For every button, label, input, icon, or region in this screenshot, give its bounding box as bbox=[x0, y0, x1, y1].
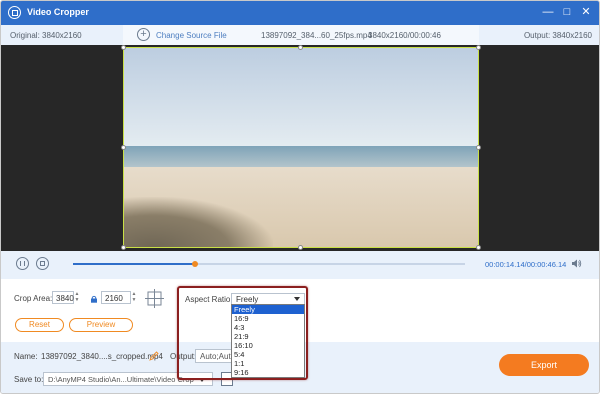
app-logo-icon bbox=[8, 6, 21, 19]
output-file-name: 13897092_3840....s_cropped.mp4 bbox=[41, 352, 163, 361]
player-controls: 00:00:14.14/00:00:46.14 bbox=[1, 251, 599, 279]
crop-handle-bottom-right[interactable] bbox=[476, 245, 481, 250]
change-source-link[interactable]: Change Source File bbox=[156, 31, 227, 40]
volume-icon[interactable] bbox=[571, 258, 582, 269]
info-bar: Original: 3840x2160 + Change Source File… bbox=[1, 25, 599, 45]
crop-handle-right[interactable] bbox=[476, 145, 481, 150]
crop-height-input[interactable]: 2160 bbox=[101, 291, 131, 304]
close-icon[interactable]: ✕ bbox=[579, 5, 593, 19]
crop-handle-bottom[interactable] bbox=[298, 245, 303, 250]
edit-pen-icon[interactable] bbox=[149, 351, 159, 361]
title-bar: Video Cropper — □ ✕ bbox=[1, 1, 599, 25]
pause-icon[interactable] bbox=[16, 257, 29, 270]
height-stepper[interactable]: ▲ ▼ bbox=[131, 291, 137, 304]
crop-handle-bottom-left[interactable] bbox=[121, 245, 126, 250]
crop-handle-left[interactable] bbox=[121, 145, 126, 150]
output-resolution: Output: 3840x2160 bbox=[523, 31, 592, 40]
playback-time: 00:00:14.14/00:00:46.14 bbox=[485, 260, 567, 269]
progress-track[interactable] bbox=[73, 261, 465, 267]
source-file-name: 13897092_384...60_25fps.mp4 bbox=[261, 31, 372, 40]
width-stepper[interactable]: ▲ ▼ bbox=[74, 291, 80, 304]
stop-icon[interactable] bbox=[36, 257, 49, 270]
video-cropper-window: Video Cropper — □ ✕ Original: 3840x2160 … bbox=[0, 0, 600, 394]
progress-knob[interactable] bbox=[191, 261, 198, 267]
lock-icon[interactable] bbox=[90, 295, 98, 303]
export-button[interactable]: Export bbox=[499, 354, 589, 376]
maximize-icon[interactable]: □ bbox=[560, 5, 574, 19]
progress-fill bbox=[73, 263, 195, 265]
crop-width-input[interactable]: 3840 bbox=[52, 291, 74, 304]
reset-button[interactable]: Reset bbox=[15, 318, 64, 332]
save-to-label: Save to: bbox=[14, 375, 44, 384]
center-crop-icon[interactable] bbox=[145, 289, 164, 308]
name-label: Name: bbox=[14, 352, 38, 361]
crop-handle-top-left[interactable] bbox=[121, 45, 126, 50]
minimize-icon[interactable]: — bbox=[541, 5, 555, 19]
add-source-icon[interactable]: + bbox=[137, 28, 150, 41]
annotation-highlight-box bbox=[177, 286, 308, 380]
source-file-resolution: 3840x2160/00:00:46 bbox=[368, 31, 441, 40]
crop-area-label: Crop Area: bbox=[14, 294, 53, 303]
preview-button[interactable]: Preview bbox=[69, 318, 133, 332]
original-resolution: Original: 3840x2160 bbox=[10, 31, 82, 40]
crop-rectangle[interactable] bbox=[123, 47, 479, 248]
window-title: Video Cropper bbox=[27, 7, 89, 17]
crop-handle-top[interactable] bbox=[298, 45, 303, 50]
crop-handle-top-right[interactable] bbox=[476, 45, 481, 50]
